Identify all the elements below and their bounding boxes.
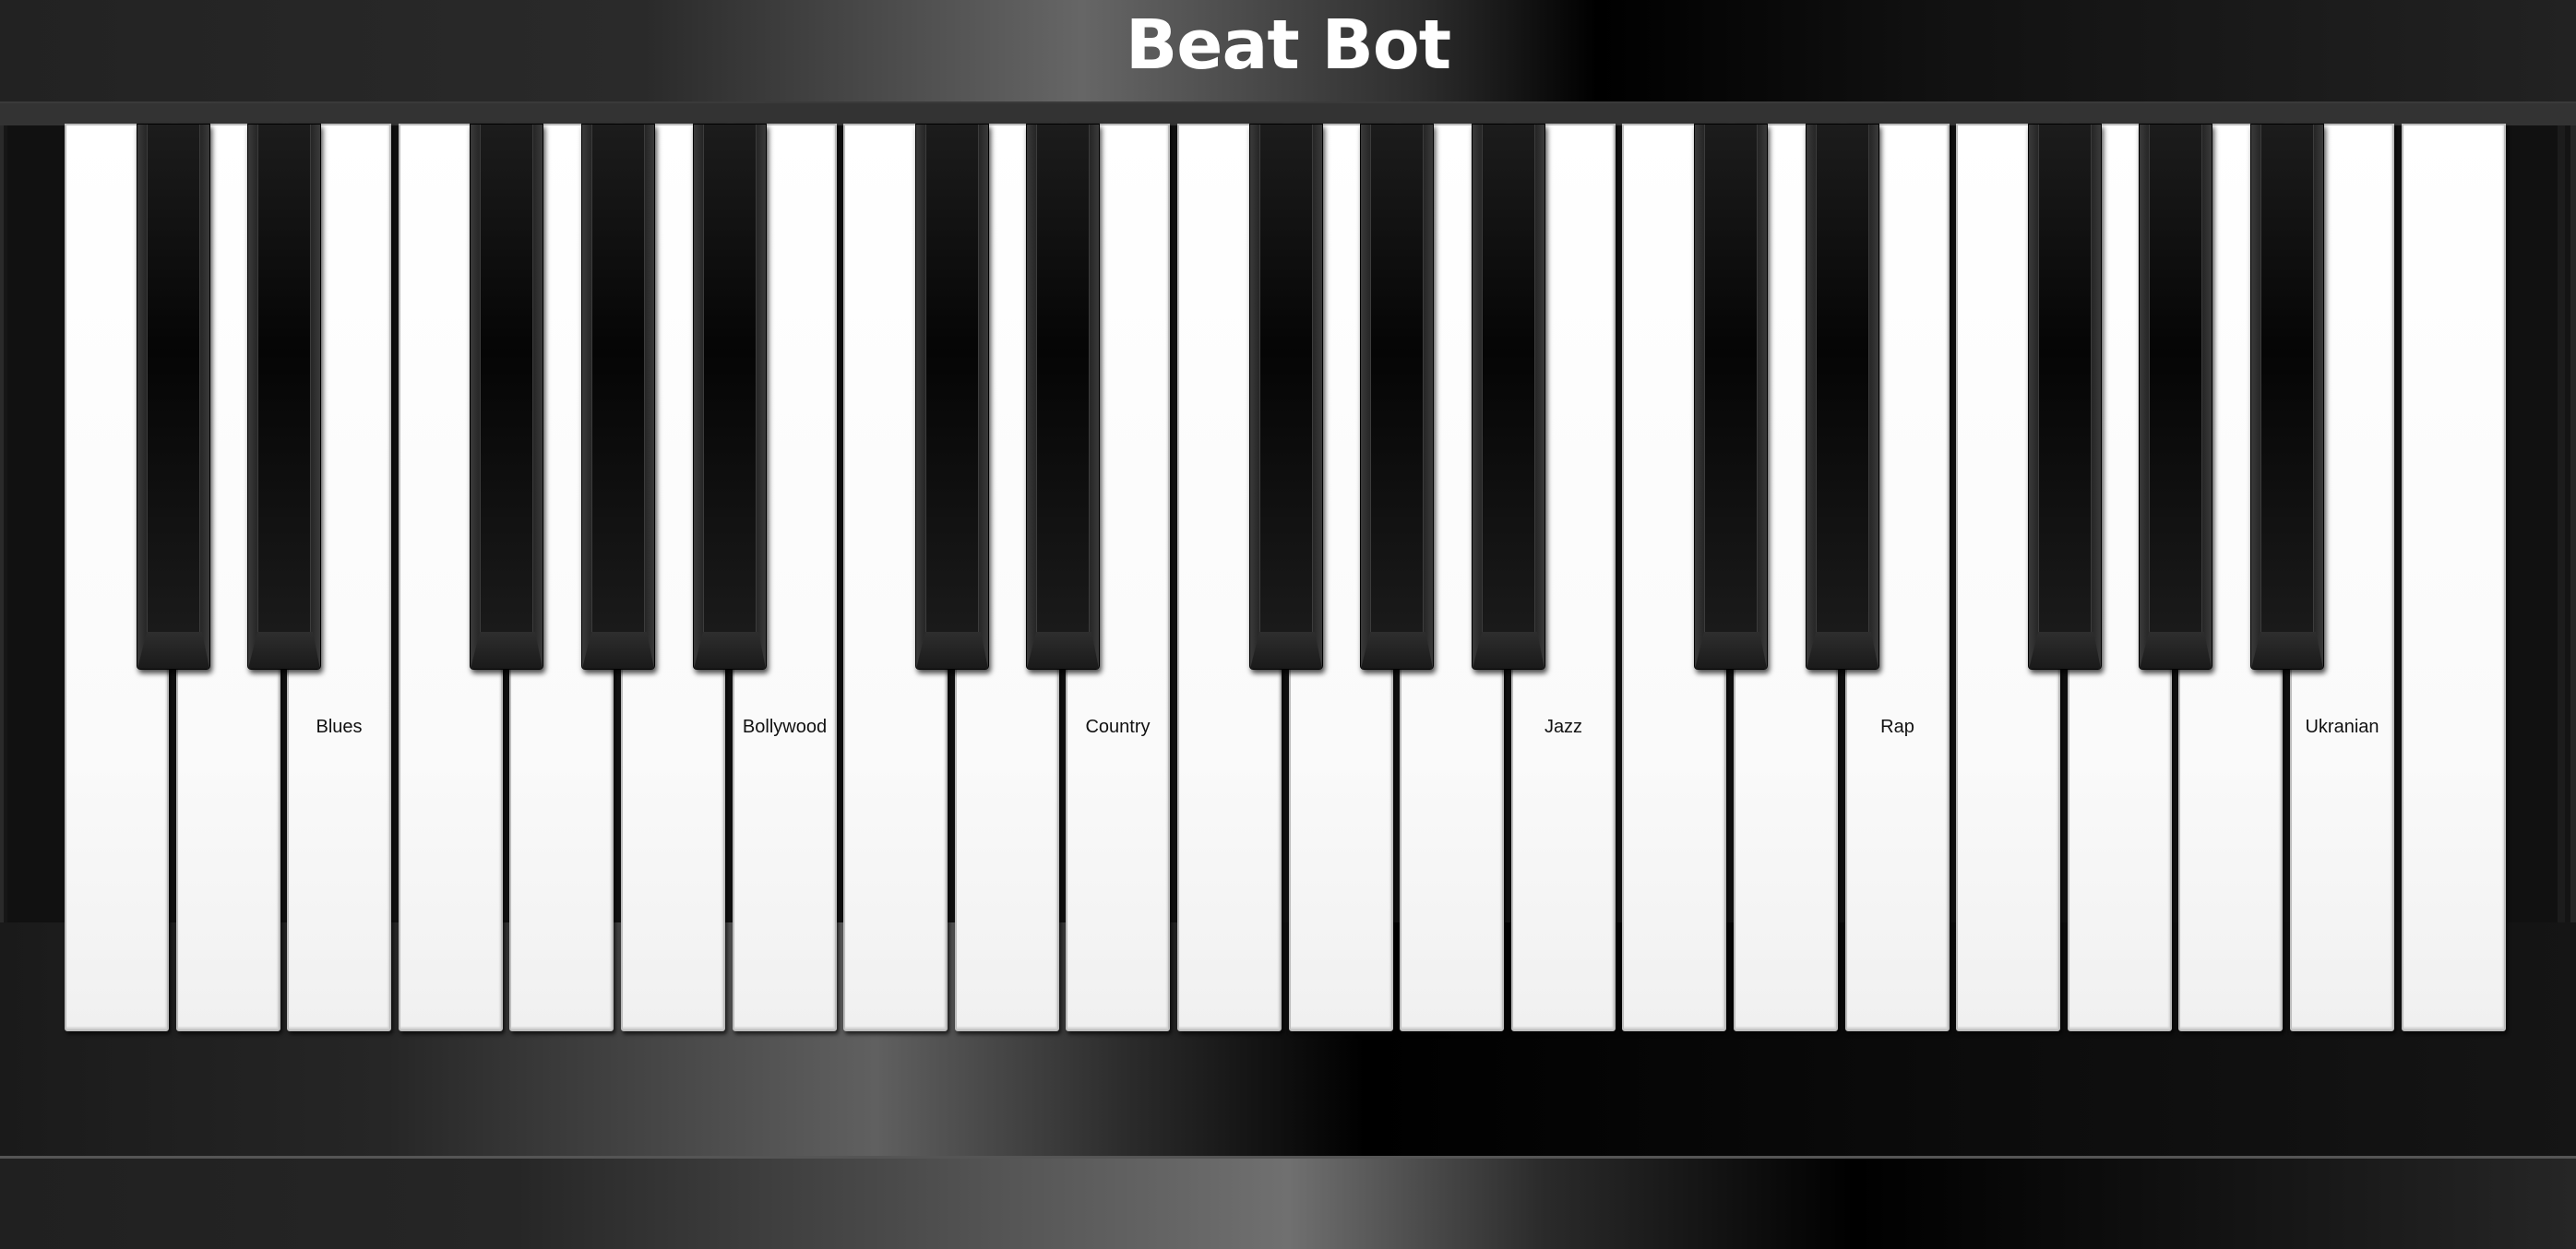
black-key-10[interactable]	[1472, 124, 1545, 670]
footer-bar	[0, 1159, 2576, 1249]
black-key-3[interactable]	[470, 124, 543, 670]
black-key-1[interactable]	[137, 124, 210, 670]
black-key-2[interactable]	[247, 124, 321, 670]
piano-keyboard: Blues Bollywood Country Jazz Rap Ukranian	[65, 124, 2513, 1033]
black-key-9[interactable]	[1360, 124, 1434, 670]
white-key-22[interactable]	[2402, 124, 2506, 1031]
key-label: Rap	[1880, 717, 1914, 737]
black-key-4[interactable]	[581, 124, 655, 670]
header-bar: Beat Bot	[0, 0, 2576, 103]
black-key-11[interactable]	[1694, 124, 1768, 670]
black-key-13[interactable]	[2028, 124, 2102, 670]
black-key-5[interactable]	[693, 124, 767, 670]
key-label: Bollywood	[742, 717, 828, 737]
key-label: Ukranian	[2305, 717, 2379, 737]
key-label: Blues	[316, 717, 363, 737]
black-key-7[interactable]	[1026, 124, 1100, 670]
black-key-6[interactable]	[915, 124, 989, 670]
black-key-12[interactable]	[1806, 124, 1879, 670]
beat-bot-page: Beat Bot Blues Bollywood Country Jazz Rap Ukr…	[0, 0, 2576, 1249]
key-label: Country	[1085, 717, 1151, 737]
black-key-14[interactable]	[2139, 124, 2212, 670]
black-key-15[interactable]	[2250, 124, 2324, 670]
key-label: Jazz	[1544, 717, 1583, 737]
black-key-8[interactable]	[1249, 124, 1323, 670]
page-title: Beat Bot	[1125, 6, 1451, 85]
